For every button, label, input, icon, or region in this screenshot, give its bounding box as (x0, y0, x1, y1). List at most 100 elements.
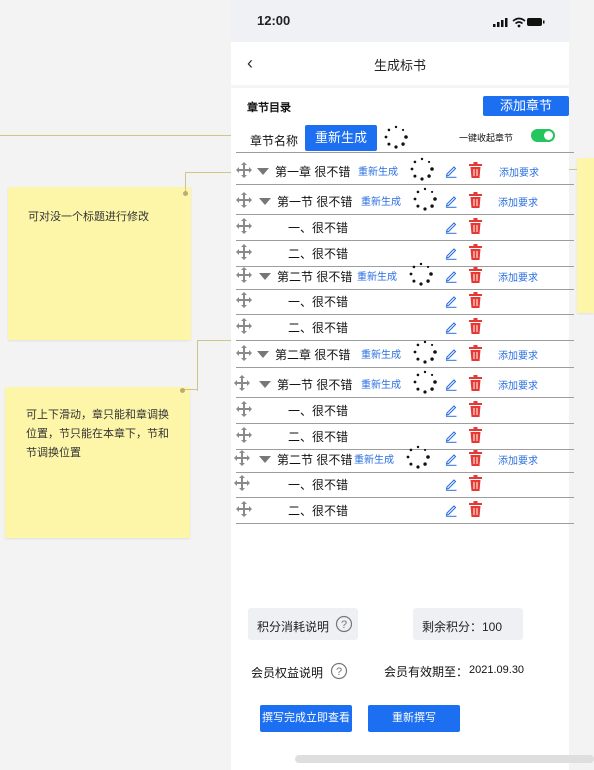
delete-icon[interactable] (469, 501, 482, 517)
add-chapter-button[interactable]: 添加章节 (483, 96, 569, 116)
top-connector (0, 135, 232, 136)
sticky-note-right (577, 158, 594, 313)
add-requirement-link[interactable]: 添加要求 (498, 194, 538, 209)
caret-down-icon[interactable] (259, 273, 271, 280)
svg-text:?: ? (341, 619, 347, 631)
edit-icon[interactable] (444, 477, 458, 491)
edit-icon[interactable] (444, 246, 458, 260)
edit-icon[interactable] (444, 269, 458, 283)
delete-icon[interactable] (469, 318, 482, 334)
row-title[interactable]: 第二节 很不错 (277, 268, 352, 285)
delete-icon[interactable] (469, 401, 482, 417)
edit-icon[interactable] (444, 452, 458, 466)
delete-icon[interactable] (469, 218, 482, 234)
regenerate-link[interactable]: 重新生成 (354, 451, 394, 466)
edit-icon[interactable] (444, 429, 458, 443)
row-title[interactable]: 第一章 很不错 (275, 163, 350, 180)
add-requirement-link[interactable]: 添加要求 (498, 377, 538, 392)
regenerate-link[interactable]: 重新生成 (357, 268, 397, 283)
points-explain-label: 积分消耗说明 (257, 620, 330, 634)
sticky-note-edit: 可对没一个标题进行修改 (8, 187, 191, 340)
drag-handle-icon[interactable] (233, 374, 251, 392)
delete-icon[interactable] (469, 267, 482, 283)
collapse-toggle[interactable] (531, 129, 555, 142)
edit-icon[interactable] (444, 503, 458, 517)
regenerate-link[interactable]: 重新生成 (358, 163, 398, 178)
chapter-name-label: 章节名称 (250, 134, 299, 148)
edit-icon[interactable] (444, 320, 458, 334)
delete-icon[interactable] (469, 427, 482, 443)
row-title[interactable]: 第一节 很不错 (277, 376, 352, 393)
edit-icon[interactable] (444, 403, 458, 417)
row-divider (236, 314, 574, 315)
drag-handle-icon[interactable] (235, 191, 253, 209)
caret-down-icon[interactable] (257, 168, 269, 175)
drag-handle-icon[interactable] (235, 317, 253, 335)
help-circle-icon[interactable]: ? (335, 615, 353, 633)
collapse-label: 一键收起章节 (459, 133, 514, 143)
row-divider (236, 240, 574, 241)
row-title[interactable]: 一、很不错 (288, 219, 348, 236)
drag-handle-icon[interactable] (233, 449, 251, 467)
member-expiry-label: 会员有效期至： (384, 665, 469, 679)
row-title[interactable]: 一、很不错 (288, 293, 348, 310)
write-view-button[interactable]: 撰写完成立即查看 (260, 705, 352, 732)
points-explain-box[interactable]: 积分消耗说明 ? (248, 608, 358, 640)
drag-handle-icon[interactable] (235, 426, 253, 444)
edit-icon[interactable] (444, 377, 458, 391)
caret-down-icon[interactable] (259, 198, 271, 205)
delete-icon[interactable] (469, 162, 482, 178)
add-requirement-link[interactable]: 添加要求 (498, 269, 538, 284)
add-requirement-link[interactable]: 添加要求 (499, 164, 539, 179)
add-requirement-link[interactable]: 添加要求 (498, 347, 538, 362)
edit-icon[interactable] (444, 164, 458, 178)
remaining-points: 剩余积分：100 (422, 620, 503, 634)
row-divider (236, 214, 574, 215)
delete-icon[interactable] (469, 345, 482, 361)
regenerate-link[interactable]: 重新生成 (361, 346, 401, 361)
delete-icon[interactable] (469, 375, 482, 391)
add-requirement-link[interactable]: 添加要求 (498, 452, 538, 467)
delete-icon[interactable] (469, 475, 482, 491)
caret-down-icon[interactable] (259, 381, 271, 388)
edit-icon[interactable] (444, 294, 458, 308)
drag-handle-icon[interactable] (235, 266, 253, 284)
row-title[interactable]: 第二节 很不错 (277, 451, 352, 468)
row-divider (236, 423, 574, 424)
drag-handle-icon[interactable] (233, 474, 251, 492)
loading-spinner-icon (413, 187, 437, 211)
row-title[interactable]: 第一节 很不错 (277, 193, 352, 210)
row-title[interactable]: 第二章 很不错 (275, 346, 350, 363)
help-circle-icon[interactable]: ? (330, 662, 348, 680)
delete-icon[interactable] (469, 244, 482, 260)
horizontal-scrollbar[interactable] (295, 755, 594, 763)
drag-handle-icon[interactable] (235, 161, 253, 179)
delete-icon[interactable] (469, 450, 482, 466)
edit-icon[interactable] (444, 194, 458, 208)
caret-down-icon[interactable] (259, 456, 271, 463)
regenerate-link[interactable]: 重新生成 (361, 193, 401, 208)
edit-icon[interactable] (444, 220, 458, 234)
row-title[interactable]: 一、很不错 (288, 476, 348, 493)
status-icons (493, 17, 545, 28)
drag-handle-icon[interactable] (235, 344, 253, 362)
row-title[interactable]: 二、很不错 (288, 428, 348, 445)
drag-handle-icon[interactable] (235, 217, 253, 235)
regenerate-all-button[interactable]: 重新生成 (305, 125, 377, 151)
row-title[interactable]: 二、很不错 (288, 319, 348, 336)
edit-icon[interactable] (444, 347, 458, 361)
row-divider (236, 289, 574, 290)
delete-icon[interactable] (469, 292, 482, 308)
drag-handle-icon[interactable] (235, 243, 253, 261)
status-bar: 12:00 (231, 0, 569, 42)
drag-handle-icon[interactable] (235, 500, 253, 518)
drag-handle-icon[interactable] (235, 291, 253, 309)
caret-down-icon[interactable] (257, 351, 269, 358)
drag-handle-icon[interactable] (235, 400, 253, 418)
row-title[interactable]: 二、很不错 (288, 245, 348, 262)
delete-icon[interactable] (469, 192, 482, 208)
row-title[interactable]: 二、很不错 (288, 502, 348, 519)
rewrite-button[interactable]: 重新撰写 (368, 705, 460, 732)
row-title[interactable]: 一、很不错 (288, 402, 348, 419)
regenerate-link[interactable]: 重新生成 (361, 376, 401, 391)
